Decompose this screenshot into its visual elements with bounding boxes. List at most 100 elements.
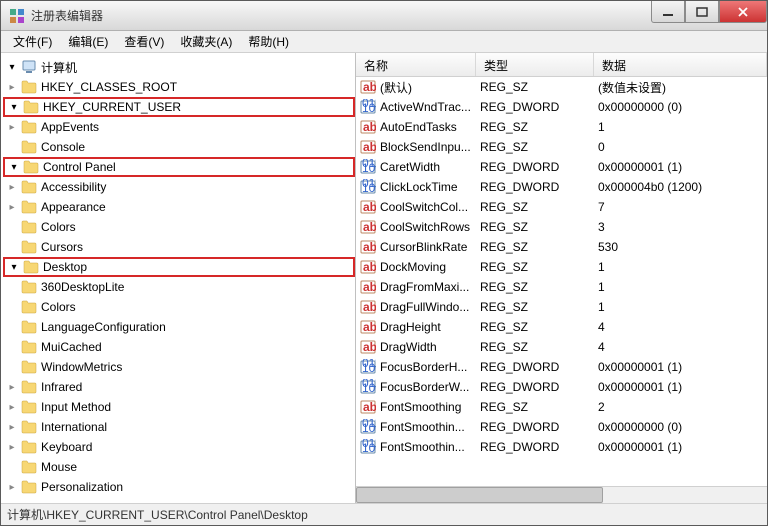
expand-icon[interactable] xyxy=(5,400,19,414)
tree-accessibility[interactable]: Accessibility xyxy=(5,177,355,197)
tree-mouse[interactable]: Mouse xyxy=(5,457,355,477)
value-row[interactable]: DragFullWindo...REG_SZ1 xyxy=(356,297,767,317)
minimize-button[interactable] xyxy=(651,1,685,23)
menu-file[interactable]: 文件(F) xyxy=(5,31,60,52)
expand-icon[interactable] xyxy=(5,80,19,94)
value-row[interactable]: DragFromMaxi...REG_SZ1 xyxy=(356,277,767,297)
value-row[interactable]: (默认)REG_SZ(数值未设置) xyxy=(356,77,767,97)
horizontal-scrollbar[interactable] xyxy=(356,486,767,503)
tree-international[interactable]: International xyxy=(5,417,355,437)
tree-infrared[interactable]: Infrared xyxy=(5,377,355,397)
value-row[interactable]: DragHeightREG_SZ4 xyxy=(356,317,767,337)
value-row[interactable]: FontSmoothin...REG_DWORD0x00000000 (0) xyxy=(356,417,767,437)
menu-help[interactable]: 帮助(H) xyxy=(240,31,297,52)
value-row[interactable]: AutoEndTasksREG_SZ1 xyxy=(356,117,767,137)
menu-favorites[interactable]: 收藏夹(A) xyxy=(172,31,240,52)
folder-icon xyxy=(21,360,37,374)
value-data: 0x00000000 (0) xyxy=(598,100,767,114)
folder-icon xyxy=(21,80,37,94)
column-data[interactable]: 数据 xyxy=(594,53,767,76)
registry-tree[interactable]: 计算机 HKEY_CLASSES_ROOT HKEY_CURRENT_USER … xyxy=(1,53,356,503)
tree-label: Keyboard xyxy=(41,440,92,454)
value-row[interactable]: ClickLockTimeREG_DWORD0x000004b0 (1200) xyxy=(356,177,767,197)
tree-label: 360DesktopLite xyxy=(41,280,124,294)
tree-languageconfiguration[interactable]: LanguageConfiguration xyxy=(5,317,355,337)
column-type[interactable]: 类型 xyxy=(476,53,594,76)
value-row[interactable]: FontSmoothin...REG_DWORD0x00000001 (1) xyxy=(356,437,767,457)
expand-icon[interactable] xyxy=(5,200,19,214)
tree-label: Control Panel xyxy=(43,160,116,174)
tree-label: WindowMetrics xyxy=(41,360,122,374)
tree-windowmetrics[interactable]: WindowMetrics xyxy=(5,357,355,377)
tree-cursors[interactable]: Cursors xyxy=(5,237,355,257)
value-row[interactable]: CaretWidthREG_DWORD0x00000001 (1) xyxy=(356,157,767,177)
tree-label: International xyxy=(41,420,107,434)
tree-label: Cursors xyxy=(41,240,83,254)
folder-icon xyxy=(21,340,37,354)
expand-icon[interactable] xyxy=(5,440,19,454)
tree-desktop[interactable]: Desktop xyxy=(3,257,355,277)
value-row[interactable]: FocusBorderH...REG_DWORD0x00000001 (1) xyxy=(356,357,767,377)
value-row[interactable]: FocusBorderW...REG_DWORD0x00000001 (1) xyxy=(356,377,767,397)
computer-icon xyxy=(21,60,37,74)
expand-icon[interactable] xyxy=(5,380,19,394)
value-name: CoolSwitchCol... xyxy=(380,200,480,214)
string-value-icon xyxy=(360,319,376,335)
value-data: 4 xyxy=(598,320,767,334)
column-name[interactable]: 名称 xyxy=(356,53,476,76)
tree-hkcr[interactable]: HKEY_CLASSES_ROOT xyxy=(5,77,355,97)
folder-icon xyxy=(21,120,37,134)
tree-personalization[interactable]: Personalization xyxy=(5,477,355,497)
tree-360desktoplite[interactable]: 360DesktopLite xyxy=(5,277,355,297)
tree-appevents[interactable]: AppEvents xyxy=(5,117,355,137)
expand-icon xyxy=(5,340,19,354)
value-row[interactable]: CursorBlinkRateREG_SZ530 xyxy=(356,237,767,257)
value-type: REG_SZ xyxy=(480,340,598,354)
tree-desktop-colors[interactable]: Colors xyxy=(5,297,355,317)
value-type: REG_SZ xyxy=(480,200,598,214)
titlebar[interactable]: 注册表编辑器 xyxy=(1,1,767,31)
expand-icon[interactable] xyxy=(5,120,19,134)
value-row[interactable]: CoolSwitchRowsREG_SZ3 xyxy=(356,217,767,237)
tree-control-panel[interactable]: Control Panel xyxy=(3,157,355,177)
expand-icon[interactable] xyxy=(5,180,19,194)
tree-label: LanguageConfiguration xyxy=(41,320,166,334)
value-row[interactable]: DockMovingREG_SZ1 xyxy=(356,257,767,277)
tree-label: Console xyxy=(41,140,85,154)
string-value-icon xyxy=(360,239,376,255)
maximize-button[interactable] xyxy=(685,1,719,23)
value-name: AutoEndTasks xyxy=(380,120,480,134)
value-row[interactable]: BlockSendInpu...REG_SZ0 xyxy=(356,137,767,157)
tree-muicached[interactable]: MuiCached xyxy=(5,337,355,357)
folder-icon xyxy=(21,140,37,154)
tree-keyboard[interactable]: Keyboard xyxy=(5,437,355,457)
expand-icon[interactable] xyxy=(5,480,19,494)
folder-icon xyxy=(21,380,37,394)
tree-colors[interactable]: Colors xyxy=(5,217,355,237)
menu-view[interactable]: 查看(V) xyxy=(116,31,172,52)
close-button[interactable] xyxy=(719,1,767,23)
value-data: 0x000004b0 (1200) xyxy=(598,180,767,194)
expand-icon[interactable] xyxy=(7,260,21,274)
value-data: 0x00000001 (1) xyxy=(598,380,767,394)
tree-appearance[interactable]: Appearance xyxy=(5,197,355,217)
tree-input-method[interactable]: Input Method xyxy=(5,397,355,417)
string-value-icon xyxy=(360,79,376,95)
expand-icon[interactable] xyxy=(5,420,19,434)
tree-console[interactable]: Console xyxy=(5,137,355,157)
value-rows[interactable]: (默认)REG_SZ(数值未设置)ActiveWndTrac...REG_DWO… xyxy=(356,77,767,486)
expand-icon[interactable] xyxy=(7,100,21,114)
expand-icon[interactable] xyxy=(5,60,19,74)
value-row[interactable]: FontSmoothingREG_SZ2 xyxy=(356,397,767,417)
value-row[interactable]: CoolSwitchCol...REG_SZ7 xyxy=(356,197,767,217)
tree-hkcu[interactable]: HKEY_CURRENT_USER xyxy=(3,97,355,117)
value-row[interactable]: DragWidthREG_SZ4 xyxy=(356,337,767,357)
value-row[interactable]: ActiveWndTrac...REG_DWORD0x00000000 (0) xyxy=(356,97,767,117)
expand-icon[interactable] xyxy=(7,160,21,174)
menu-edit[interactable]: 编辑(E) xyxy=(60,31,116,52)
value-type: REG_SZ xyxy=(480,300,598,314)
tree-computer[interactable]: 计算机 xyxy=(5,57,355,77)
scrollbar-thumb[interactable] xyxy=(356,487,603,503)
value-type: REG_DWORD xyxy=(480,180,598,194)
value-data: 530 xyxy=(598,240,767,254)
